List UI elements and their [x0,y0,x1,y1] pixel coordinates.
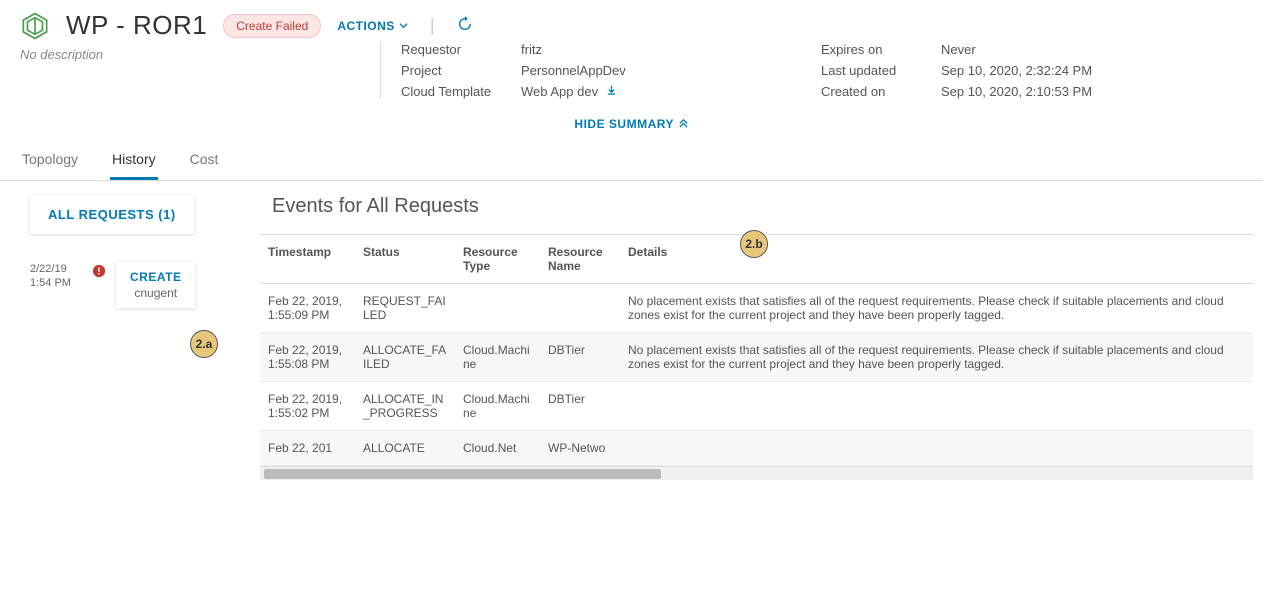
info-value: Web App dev [521,84,617,99]
cell-rtype: Cloud.Machine [455,333,540,382]
info-label: Last updated [821,63,941,78]
cell-rname: DBTier [540,382,620,431]
hide-summary-button[interactable]: HIDE SUMMARY [20,117,1243,131]
tab-cost[interactable]: Cost [188,141,221,180]
table-row[interactable]: Feb 22, 2019, 1:55:02 PMALLOCATE_IN_PROG… [260,382,1253,431]
cell-details [620,431,1253,466]
col-resource-name[interactable]: Resource Name [540,235,620,284]
cell-details: No placement exists that satisfies all o… [620,333,1253,382]
divider: | [430,15,435,36]
cell-rname: WP-Netwo [540,431,620,466]
tabs: Topology History Cost [0,141,1263,181]
info-label: Created on [821,84,941,99]
info-label: Cloud Template [401,84,521,99]
col-details[interactable]: Details [620,235,1253,284]
tab-history[interactable]: History [110,141,158,180]
info-value: Sep 10, 2020, 2:10:53 PM [941,84,1092,99]
cell-status: REQUEST_FAILED [355,284,455,333]
scrollbar-thumb[interactable] [264,469,661,479]
refresh-icon[interactable] [457,16,473,35]
cell-timestamp: Feb 22, 201 [260,431,355,466]
request-item[interactable]: 2/22/19 1:54 PM CREATE cnugent [30,262,260,308]
request-action: CREATE [130,270,181,284]
status-badge: Create Failed [223,14,321,38]
cell-status: ALLOCATE_FAILED [355,333,455,382]
page-title: WP - ROR1 [66,10,207,41]
cell-rtype: Cloud.Net [455,431,540,466]
chevron-up-double-icon [678,117,689,131]
cell-rname [540,284,620,333]
tab-topology[interactable]: Topology [20,141,80,180]
info-value: PersonnelAppDev [521,63,626,78]
download-icon[interactable] [606,84,617,99]
cell-status: ALLOCATE [355,431,455,466]
cell-details [620,382,1253,431]
col-timestamp[interactable]: Timestamp [260,235,355,284]
cell-rtype: Cloud.Machine [455,382,540,431]
cell-rtype [455,284,540,333]
col-resource-type[interactable]: Resource Type [455,235,540,284]
annotation-2a: 2.a [190,330,218,358]
request-card[interactable]: CREATE cnugent [116,262,195,308]
info-value: Sep 10, 2020, 2:32:24 PM [941,63,1092,78]
all-requests-button[interactable]: ALL REQUESTS (1) [30,195,194,234]
table-row[interactable]: Feb 22, 201ALLOCATECloud.NetWP-Netwo [260,431,1253,466]
actions-label: ACTIONS [337,19,395,33]
summary-info: Requestor fritz Project PersonnelAppDev … [380,42,1243,99]
info-value: fritz [521,42,542,57]
annotation-2b: 2.b [740,230,768,258]
request-date: 2/22/19 1:54 PM [30,262,82,291]
info-label: Expires on [821,42,941,57]
horizontal-scrollbar[interactable] [260,466,1253,480]
error-icon [92,264,106,281]
info-value: Never [941,42,976,57]
events-title: Events for All Requests [272,195,1253,218]
deployment-icon [20,11,50,41]
cell-timestamp: Feb 22, 2019, 1:55:09 PM [260,284,355,333]
cell-status: ALLOCATE_IN_PROGRESS [355,382,455,431]
info-label: Requestor [401,42,521,57]
events-table: Timestamp Status Resource Type Resource … [260,234,1253,466]
cell-rname: DBTier [540,333,620,382]
cell-timestamp: Feb 22, 2019, 1:55:08 PM [260,333,355,382]
info-label: Project [401,63,521,78]
cell-timestamp: Feb 22, 2019, 1:55:02 PM [260,382,355,431]
request-user: cnugent [130,286,181,300]
table-row[interactable]: Feb 22, 2019, 1:55:08 PMALLOCATE_FAILEDC… [260,333,1253,382]
cell-details: No placement exists that satisfies all o… [620,284,1253,333]
chevron-down-icon [399,19,408,33]
col-status[interactable]: Status [355,235,455,284]
actions-button[interactable]: ACTIONS [337,19,408,33]
table-row[interactable]: Feb 22, 2019, 1:55:09 PMREQUEST_FAILED No… [260,284,1253,333]
